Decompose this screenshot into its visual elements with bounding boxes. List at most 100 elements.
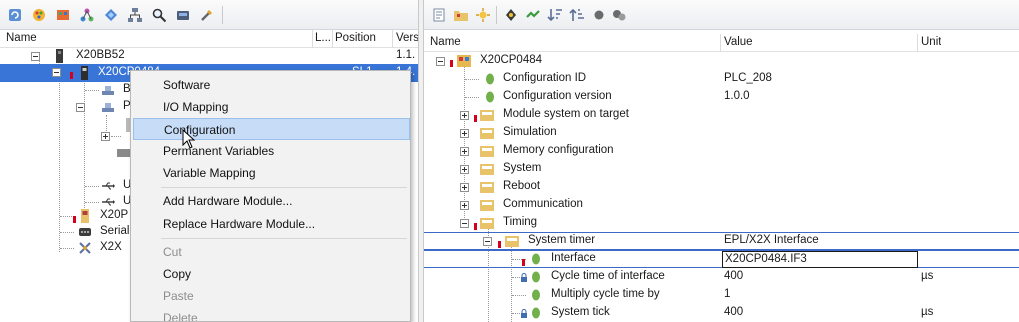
config-value[interactable]: EPL/X2X Interface: [724, 234, 819, 246]
palette-icon[interactable]: [30, 6, 48, 24]
network-icon[interactable]: [78, 6, 96, 24]
collapse-icon[interactable]: [460, 219, 469, 228]
config-row[interactable]: Simulation: [424, 124, 1019, 142]
collapse-icon[interactable]: [483, 237, 492, 246]
config-name: Interface: [551, 252, 596, 264]
configuration-pane: Name Value Unit X20CP0484 Configuration …: [424, 0, 1019, 322]
config-row[interactable]: Cycle time of interface 400 µs: [424, 268, 1019, 286]
config-row[interactable]: Configuration version 1.0.0: [424, 88, 1019, 106]
config-row[interactable]: System: [424, 160, 1019, 178]
hierarchy-icon[interactable]: [126, 6, 144, 24]
column-separator[interactable]: [312, 30, 313, 48]
config-row[interactable]: Configuration ID PLC_208: [424, 70, 1019, 88]
expand-icon[interactable]: [460, 111, 469, 120]
config-row-root[interactable]: X20CP0484: [424, 52, 1019, 70]
circles-icon[interactable]: [610, 6, 628, 24]
toolbar-separator: [222, 6, 223, 24]
tree-row[interactable]: B: [0, 81, 131, 99]
config-row[interactable]: System timer EPL/X2X Interface: [424, 232, 1019, 250]
column-separator[interactable]: [720, 34, 721, 52]
config-value[interactable]: 1: [724, 288, 730, 300]
column-separator[interactable]: [392, 30, 393, 48]
config-name: Configuration version: [503, 90, 612, 102]
tools-icon[interactable]: [198, 6, 216, 24]
menu-item-io-mapping[interactable]: I/O Mapping: [133, 96, 410, 118]
sort-asc-icon[interactable]: [568, 6, 586, 24]
expand-icon[interactable]: [460, 201, 469, 210]
menu-item-software[interactable]: Software: [133, 74, 410, 96]
expand-icon[interactable]: [101, 132, 110, 141]
column-header-name[interactable]: Name: [6, 32, 37, 44]
port-icon: [100, 99, 116, 115]
group-folder-icon: [479, 107, 495, 123]
tree-row[interactable]: P: [0, 98, 131, 116]
column-header-version[interactable]: Vers: [396, 32, 418, 44]
expand-icon[interactable]: [460, 165, 469, 174]
refresh-icon[interactable]: [6, 6, 24, 24]
menu-item-permanent-variables[interactable]: Permanent Variables: [133, 140, 410, 162]
parameter-icon: [528, 305, 544, 321]
config-value[interactable]: 400: [724, 270, 743, 282]
sort-desc-icon[interactable]: [546, 6, 564, 24]
collapse-icon[interactable]: [76, 103, 85, 112]
column-header-unit[interactable]: Unit: [921, 36, 941, 48]
menu-item-add-hardware-module[interactable]: Add Hardware Module...: [133, 190, 410, 212]
error-marker: [474, 223, 477, 230]
expand-icon[interactable]: [460, 129, 469, 138]
config-row[interactable]: Communication: [424, 196, 1019, 214]
folder-icon[interactable]: [452, 6, 470, 24]
expand-icon[interactable]: [524, 6, 542, 24]
config-value[interactable]: 1.0.0: [724, 90, 750, 102]
tree-item-label: X2X: [100, 241, 122, 253]
hardware-tree-header: Name L... Position Vers: [0, 30, 418, 48]
lock-icon: [520, 273, 528, 283]
page-icon[interactable]: [430, 6, 448, 24]
config-value[interactable]: PLC_208: [724, 72, 772, 84]
config-value[interactable]: 400: [724, 306, 743, 318]
config-row[interactable]: Reboot: [424, 178, 1019, 196]
config-row[interactable]: Module system on target: [424, 106, 1019, 124]
column-separator[interactable]: [332, 30, 333, 48]
parameter-icon: [528, 269, 544, 285]
column-header-l[interactable]: L...: [315, 32, 330, 44]
menu-item-variable-mapping[interactable]: Variable Mapping: [133, 162, 410, 184]
power-module-icon: [77, 208, 93, 224]
collapse-icon[interactable]: [52, 68, 61, 77]
device-icon[interactable]: [174, 6, 192, 24]
settings-icon[interactable]: [502, 6, 520, 24]
config-row[interactable]: Memory configuration: [424, 142, 1019, 160]
interface-value-editor[interactable]: X20CP0484.IF3: [722, 251, 918, 268]
menu-item-replace-hardware-module[interactable]: Replace Hardware Module...: [133, 213, 410, 235]
tree-row: [0, 144, 131, 162]
config-row[interactable]: System tick 400 µs: [424, 304, 1019, 322]
menu-item-cut: Cut: [163, 245, 182, 259]
error-marker: [522, 259, 525, 266]
column-header-position[interactable]: Position: [335, 32, 376, 44]
menu-separator: [161, 187, 407, 188]
find-icon[interactable]: [150, 6, 168, 24]
sun-icon[interactable]: [474, 6, 492, 24]
diamond-icon[interactable]: [102, 6, 120, 24]
tree-row[interactable]: X2X: [0, 239, 130, 257]
module-icon[interactable]: [54, 6, 72, 24]
menu-item-copy[interactable]: Copy: [133, 263, 410, 285]
menu-item-configuration[interactable]: Configuration: [133, 118, 410, 140]
column-header-value[interactable]: Value: [724, 36, 753, 48]
collapse-icon[interactable]: [31, 52, 40, 61]
config-row[interactable]: Multiply cycle time by 1: [424, 286, 1019, 304]
config-row[interactable]: Timing: [424, 214, 1019, 232]
menu-separator: [161, 238, 407, 239]
parameter-icon: [528, 287, 544, 303]
expand-icon[interactable]: [460, 147, 469, 156]
tree-row[interactable]: [0, 127, 130, 145]
tree-row[interactable]: X20BB52 1.1.: [0, 47, 418, 65]
expand-icon[interactable]: [460, 183, 469, 192]
config-name: Timing: [503, 216, 538, 228]
config-row-selected[interactable]: Interface X20CP0484.IF3: [424, 250, 1019, 268]
group-folder-icon: [479, 143, 495, 159]
config-value[interactable]: X20CP0484.IF3: [725, 253, 807, 265]
collapse-icon[interactable]: [436, 57, 445, 66]
circle-icon[interactable]: [590, 6, 608, 24]
column-separator[interactable]: [917, 34, 918, 52]
column-header-name[interactable]: Name: [430, 36, 461, 48]
